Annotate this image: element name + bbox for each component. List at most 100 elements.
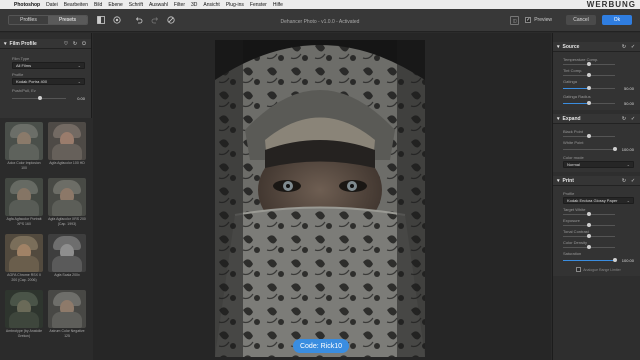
color-mode-value: Normal xyxy=(567,162,580,167)
menu-fenster[interactable]: Fenster xyxy=(250,2,267,8)
saturation-slider[interactable]: 100.00 xyxy=(563,258,634,263)
push-pull-value[interactable]: 0.00 xyxy=(69,96,85,101)
cancel-button[interactable]: Cancel xyxy=(566,15,596,25)
chevron-down-icon: ▾ xyxy=(557,115,560,122)
color-mode-label: Color mode xyxy=(563,155,584,160)
heart-icon[interactable]: ♡ xyxy=(63,41,69,47)
exposure-track[interactable] xyxy=(563,223,615,227)
right-tools: ◫ ✓ Preview Cancel Ok xyxy=(510,15,632,25)
menu-filter[interactable]: Filter xyxy=(174,2,185,8)
preset-card[interactable]: Agfa Agfacolor XRS 200 (Cap. 1993) xyxy=(48,178,86,226)
menu-schrift[interactable]: Schrift xyxy=(129,2,143,8)
white-point-track[interactable] xyxy=(563,147,617,151)
toggle-check-icon[interactable]: ✓ xyxy=(630,178,636,184)
preview-photo[interactable] xyxy=(215,40,425,357)
push-pull-label: Push/Pull, Ev xyxy=(12,88,36,93)
power-icon[interactable]: ⏻ xyxy=(81,41,87,47)
saturation-value[interactable]: 100.00 xyxy=(618,258,634,263)
compare-icon[interactable]: ◫ xyxy=(510,15,520,25)
color-mode-select[interactable]: Normal ⌄ xyxy=(563,161,634,168)
film-type-select[interactable]: All Films ⌄ xyxy=(12,62,85,69)
film-profile-header[interactable]: ▾ Film Profile ♡ ↻ ⏻ xyxy=(0,39,91,49)
push-pull-track[interactable] xyxy=(12,96,66,100)
print-header[interactable]: ▾ Print ↻ ✓ xyxy=(553,176,640,186)
tint-track[interactable] xyxy=(563,73,615,77)
analogue-range-checkbox[interactable] xyxy=(576,267,582,272)
ok-button[interactable]: Ok xyxy=(602,15,632,25)
menu-app-name[interactable]: Photoshop xyxy=(14,2,40,8)
source-header[interactable]: ▾ Source ↻ ✓ xyxy=(553,42,640,52)
temperature-track[interactable] xyxy=(563,62,615,66)
exposure-slider[interactable] xyxy=(563,223,634,227)
gatinga-knob[interactable] xyxy=(587,86,591,90)
black-point-track[interactable] xyxy=(563,134,615,138)
menu-bild[interactable]: Bild xyxy=(94,2,102,8)
menu-bearbeiten[interactable]: Bearbeiten xyxy=(64,2,88,8)
black-point-knob[interactable] xyxy=(587,134,591,138)
color-density-slider[interactable] xyxy=(563,245,634,249)
preset-card[interactable]: Astrum Color Negative 125 xyxy=(48,290,86,338)
preset-card[interactable]: Agfa Agfacolor 100 HD xyxy=(48,122,86,166)
tonal-contrast-slider[interactable] xyxy=(563,234,634,238)
menu-plugins[interactable]: Plug-ins xyxy=(226,2,244,8)
tonal-contrast-knob[interactable] xyxy=(587,234,591,238)
color-density-knob[interactable] xyxy=(587,245,591,249)
gatinga-value[interactable]: 50.00 xyxy=(618,86,634,91)
preset-label: Agfa Scala 200x xyxy=(54,273,80,277)
analogue-range-toggle[interactable]: Analogue Range Limiter xyxy=(563,267,634,272)
profile-value: Kodak Portra 400 xyxy=(16,79,48,84)
chevron-down-icon: ▾ xyxy=(557,43,560,50)
push-pull-knob[interactable] xyxy=(37,96,42,100)
saturation-track[interactable] xyxy=(563,258,617,262)
saturation-knob[interactable] xyxy=(613,258,617,262)
print-profile-select[interactable]: Kodak Endura Glossy Paper ⌄ xyxy=(563,197,634,204)
push-pull-slider[interactable]: 0.00 xyxy=(12,96,85,101)
preview-checkbox[interactable]: ✓ xyxy=(525,17,532,23)
preset-card[interactable]: Agfa Scala 200x xyxy=(48,234,86,278)
menu-datei[interactable]: Datei xyxy=(46,2,58,8)
profile-select[interactable]: Kodak Portra 400 ⌄ xyxy=(12,78,85,85)
preview-toggle[interactable]: ✓ Preview xyxy=(525,17,552,23)
refresh-icon[interactable]: ↻ xyxy=(621,178,627,184)
target-white-track[interactable] xyxy=(563,212,615,216)
temperature-slider[interactable] xyxy=(563,62,634,66)
gatinga-slider[interactable]: 50.00 xyxy=(563,86,634,91)
chevron-down-icon: ⌄ xyxy=(77,63,81,68)
menu-ansicht[interactable]: Ansicht xyxy=(203,2,219,8)
expand-header[interactable]: ▾ Expand ↻ ✓ xyxy=(553,114,640,124)
gatinga-radius-value[interactable]: 50.00 xyxy=(618,101,634,106)
preset-card[interactable]: Adox Color Implosion 100 xyxy=(5,122,43,170)
preset-card[interactable]: AGFA Chrome RSX II 200 (Cap. 2006) xyxy=(5,234,43,282)
gatinga-radius-slider[interactable]: 50.00 xyxy=(563,101,634,106)
exposure-knob[interactable] xyxy=(587,223,591,227)
toggle-check-icon[interactable]: ✓ xyxy=(630,44,636,50)
portrait-image xyxy=(215,40,425,357)
black-point-slider[interactable] xyxy=(563,134,634,138)
tint-knob[interactable] xyxy=(587,73,591,77)
gatinga-radius-knob[interactable] xyxy=(587,101,591,105)
temperature-knob[interactable] xyxy=(587,62,591,66)
menu-hilfe[interactable]: Hilfe xyxy=(273,2,283,8)
refresh-icon[interactable]: ↻ xyxy=(621,44,627,50)
refresh-icon[interactable]: ↻ xyxy=(72,41,78,47)
target-white-knob[interactable] xyxy=(587,212,591,216)
toolbar: Profiles Presets Dehancer Photo - v1.0.0… xyxy=(0,9,640,32)
print-profile-value: Kodak Endura Glossy Paper xyxy=(567,198,618,203)
gatinga-radius-track[interactable] xyxy=(563,101,615,105)
target-white-label: Target White xyxy=(563,207,586,212)
gatinga-track[interactable] xyxy=(563,86,615,90)
menu-3d[interactable]: 3D xyxy=(191,2,197,8)
preset-card[interactable]: Ambrotype (by Anatolie Grekov) xyxy=(5,290,43,338)
white-point-slider[interactable]: 100.00 xyxy=(563,147,634,152)
preset-card[interactable]: Agfa Agfacolor Portrait XPS 160 xyxy=(5,178,43,226)
refresh-icon[interactable]: ↻ xyxy=(621,116,627,122)
tint-slider[interactable] xyxy=(563,73,634,77)
tonal-contrast-track[interactable] xyxy=(563,234,615,238)
white-point-value[interactable]: 100.00 xyxy=(618,147,634,152)
menu-ebene[interactable]: Ebene xyxy=(108,2,122,8)
toggle-check-icon[interactable]: ✓ xyxy=(630,116,636,122)
menu-auswahl[interactable]: Auswahl xyxy=(149,2,168,8)
white-point-knob[interactable] xyxy=(613,147,617,151)
color-density-track[interactable] xyxy=(563,245,615,249)
target-white-slider[interactable] xyxy=(563,212,634,216)
